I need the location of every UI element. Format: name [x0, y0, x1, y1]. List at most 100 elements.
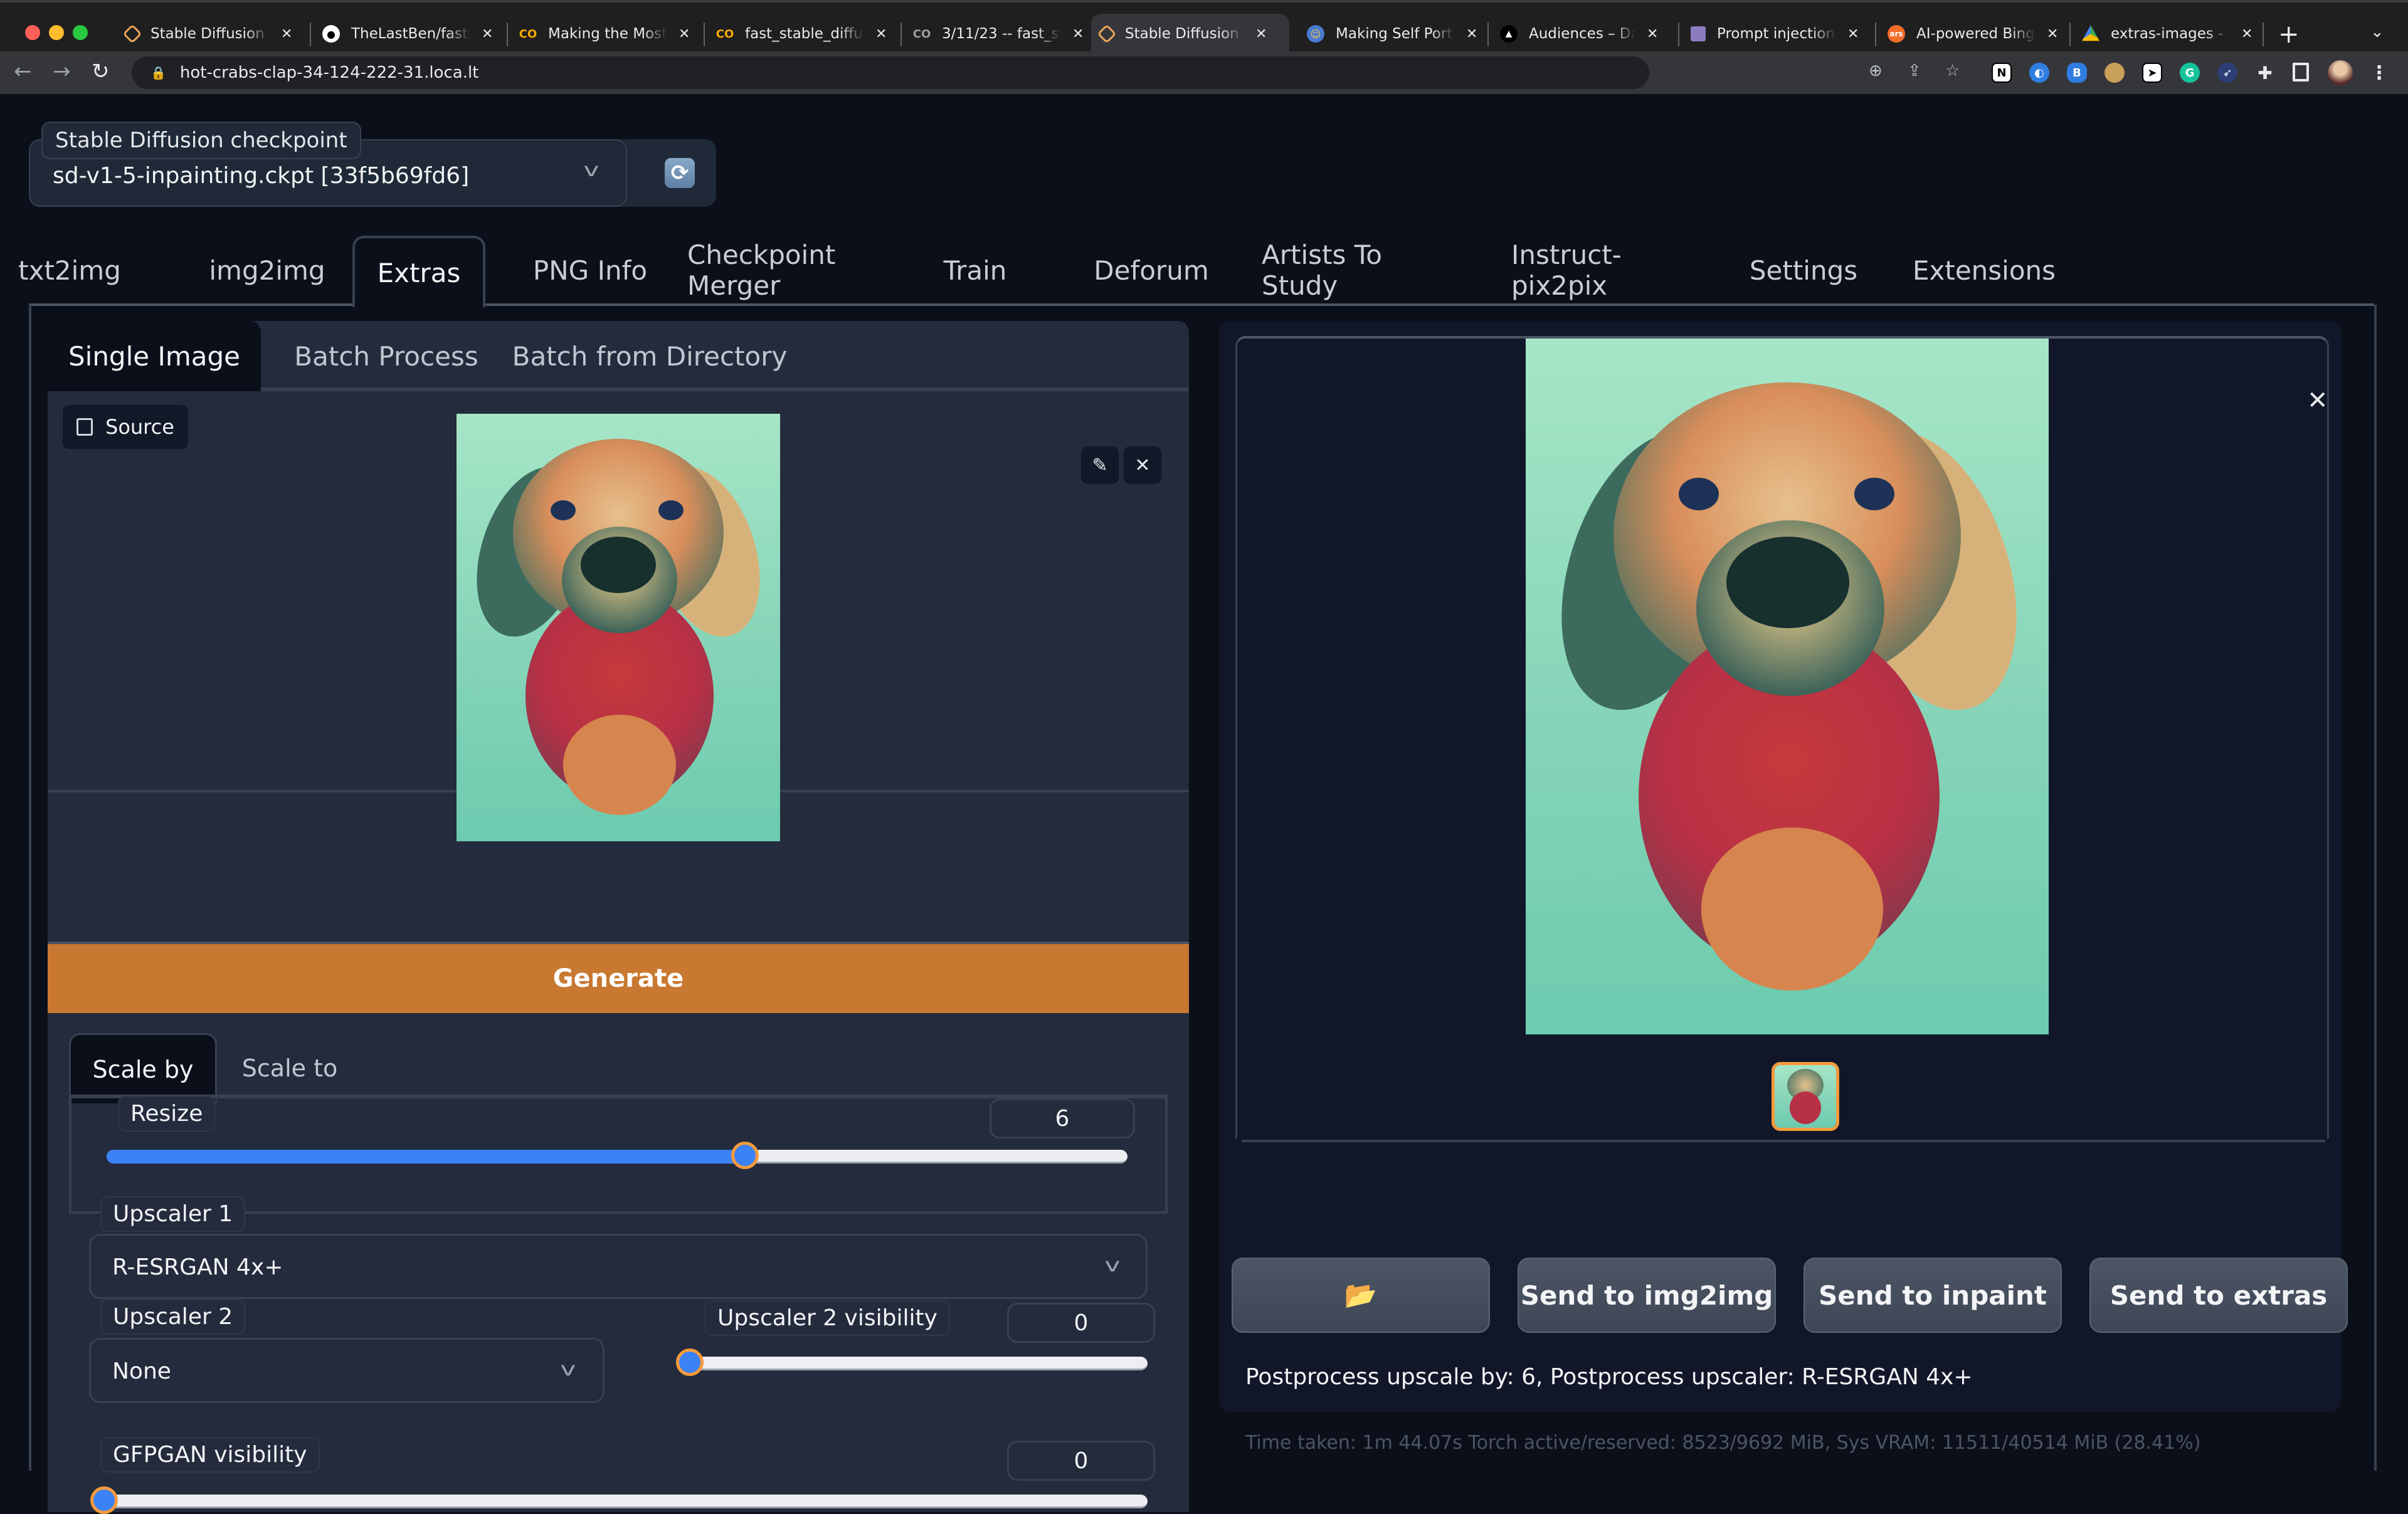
generation-info: Postprocess upscale by: 6, Postprocess u…: [1245, 1364, 1973, 1390]
gallery-thumbnail[interactable]: [1772, 1062, 1839, 1131]
chevron-down-icon: v: [583, 159, 599, 181]
browser-tab[interactable]: ● TheLastBen/fast-stable-diffusion ✕: [314, 14, 502, 54]
browser-tab[interactable]: CO 3/11/23 -- fast_stable ✕: [904, 14, 1092, 54]
close-tab-icon[interactable]: ✕: [2241, 26, 2252, 42]
close-tab-icon[interactable]: ✕: [679, 26, 690, 42]
zoom-icon[interactable]: ⊕: [1869, 61, 1883, 80]
send-to-extras-button[interactable]: Send to extras: [2089, 1258, 2348, 1333]
back-button[interactable]: ←: [14, 59, 32, 84]
close-tab-icon[interactable]: ✕: [1647, 26, 1658, 42]
edit-image-button[interactable]: ✎: [1081, 446, 1119, 484]
browser-tab-active[interactable]: Stable Diffusion ✕: [1091, 14, 1289, 54]
reload-button[interactable]: ↻: [92, 59, 110, 84]
browser-tab[interactable]: ☺ Making Self Portraits ✕: [1298, 14, 1486, 54]
address-bar[interactable]: 🔒 hot-crabs-clap-34-124-222-31.loca.lt: [132, 56, 1649, 89]
tab-separator: [310, 23, 311, 46]
resize-slider-thumb[interactable]: [731, 1142, 759, 1169]
extension-send-icon[interactable]: ➤: [2142, 63, 2162, 83]
browser-tab[interactable]: ▲ Audiences – Dashboard ✕: [1491, 14, 1667, 54]
send-to-img2img-button[interactable]: Send to img2img: [1518, 1258, 1776, 1333]
tab-separator: [900, 23, 902, 46]
tab-img2img[interactable]: img2img: [204, 236, 330, 305]
gfpgan-visibility-slider[interactable]: [90, 1486, 1148, 1514]
side-panel-icon[interactable]: [2293, 63, 2309, 81]
ars-icon: ars: [1888, 25, 1905, 43]
extensions-puzzle-icon[interactable]: ✚: [2255, 63, 2275, 83]
browser-tab[interactable]: extras-images - Google Drive ✕: [2073, 14, 2261, 54]
tab-scale-to[interactable]: Scale to: [233, 1033, 346, 1103]
browser-tab[interactable]: CO Making the Most of Colab ✕: [510, 14, 699, 54]
tab-artists-to-study[interactable]: Artists To Study: [1262, 236, 1462, 305]
close-tab-icon[interactable]: ✕: [1255, 26, 1267, 42]
checkpoint-value: sd-v1-5-inpainting.ckpt [33f5b69fd6]: [53, 163, 470, 189]
extension-icon[interactable]: [2104, 63, 2125, 83]
share-icon[interactable]: ⇪: [1908, 61, 1921, 80]
new-tab-button[interactable]: +: [2278, 20, 2300, 49]
browser-tab[interactable]: CO fast_stable_diffusion ✕: [707, 14, 895, 54]
tab-txt2img[interactable]: txt2img: [18, 236, 121, 305]
source-image-upload[interactable]: Source ✎ ✕: [48, 391, 1189, 841]
upscaler2-visibility-slider[interactable]: [676, 1348, 1148, 1376]
browser-tab[interactable]: Stable Diffusion ✕: [117, 14, 301, 54]
stack-icon: [1691, 26, 1706, 41]
forward-button[interactable]: →: [53, 59, 71, 84]
tab-settings[interactable]: Settings: [1750, 236, 1857, 305]
gfpgan-visibility-label: GFPGAN visibility: [100, 1437, 320, 1473]
upscaler2-dropdown[interactable]: None v: [89, 1338, 605, 1403]
bookmark-star-icon[interactable]: ☆: [1945, 61, 1960, 80]
send-to-inpaint-button[interactable]: Send to inpaint: [1803, 1258, 2062, 1333]
resize-slider[interactable]: [107, 1142, 1127, 1169]
upscaler2-visibility-thumb[interactable]: [676, 1348, 704, 1376]
minimize-window-button[interactable]: [49, 25, 64, 40]
tab-batch-process[interactable]: Batch Process: [280, 321, 493, 391]
profile-avatar[interactable]: [2328, 60, 2353, 85]
upscaler1-dropdown[interactable]: R-ESRGAN 4x+ v: [89, 1234, 1148, 1299]
colab-icon: CO: [519, 27, 537, 41]
open-folder-button[interactable]: 📂: [1232, 1258, 1490, 1333]
tab-scale-by[interactable]: Scale by: [69, 1033, 217, 1103]
tab-png-info[interactable]: PNG Info: [517, 236, 663, 305]
close-tab-icon[interactable]: ✕: [482, 26, 493, 42]
output-gallery: ✕: [1235, 336, 2329, 1138]
gfpgan-visibility-thumb[interactable]: [90, 1486, 118, 1514]
maximize-window-button[interactable]: [73, 25, 88, 40]
url-text[interactable]: hot-crabs-clap-34-124-222-31.loca.lt: [180, 63, 479, 82]
tab-extras[interactable]: Extras: [352, 236, 485, 307]
tab-extensions[interactable]: Extensions: [1913, 236, 2056, 305]
close-tab-icon[interactable]: ✕: [2047, 26, 2058, 42]
generate-button[interactable]: Generate: [48, 942, 1189, 1013]
upscaler2-visibility-input[interactable]: 0: [1007, 1303, 1155, 1343]
close-tab-icon[interactable]: ✕: [1466, 26, 1477, 42]
tab-deforum[interactable]: Deforum: [1094, 236, 1208, 305]
close-tab-icon[interactable]: ✕: [281, 26, 292, 42]
browser-menu-icon[interactable]: ⋮: [2369, 62, 2389, 84]
browser-tab[interactable]: ars AI-powered Bing Chat ✕: [1879, 14, 2067, 54]
tab-separator: [1487, 23, 1489, 46]
tab-search-button[interactable]: ⌄: [2370, 23, 2384, 41]
close-window-button[interactable]: [25, 25, 40, 40]
close-tab-icon[interactable]: ✕: [1847, 26, 1859, 42]
tab-checkpoint-merger[interactable]: Checkpoint Merger: [687, 236, 919, 305]
close-tab-icon[interactable]: ✕: [1072, 26, 1084, 42]
tab-instruct-pix2pix[interactable]: Instruct-pix2pix: [1511, 236, 1699, 305]
gfpgan-visibility-input[interactable]: 0: [1007, 1441, 1155, 1481]
stable-diffusion-icon: [1097, 24, 1117, 44]
resize-number-input[interactable]: 6: [990, 1098, 1135, 1138]
tab-train[interactable]: Train: [941, 236, 1010, 305]
tab-strip: Stable Diffusion ✕ ● TheLastBen/fast-sta…: [0, 0, 2408, 54]
notion-extension-icon[interactable]: N: [1992, 63, 2012, 83]
extension-b-icon[interactable]: B: [2067, 63, 2087, 83]
tab-batch-from-directory[interactable]: Batch from Directory: [512, 321, 788, 391]
grammarly-extension-icon[interactable]: G: [2180, 63, 2200, 83]
extension-arrow-icon[interactable]: ➶: [2217, 63, 2237, 83]
output-image[interactable]: [1526, 339, 2049, 1034]
close-tab-icon[interactable]: ✕: [875, 26, 887, 42]
close-gallery-button[interactable]: ✕: [2307, 386, 2328, 415]
clear-image-button[interactable]: ✕: [1124, 446, 1161, 484]
refresh-checkpoint-button[interactable]: ⟳: [665, 158, 695, 188]
google-drive-icon: [2082, 25, 2099, 41]
browser-tab[interactable]: Prompt injection attacks ✕: [1682, 14, 1867, 54]
tab-single-image[interactable]: Single Image: [48, 321, 261, 391]
chevron-down-icon: v: [1104, 1254, 1121, 1276]
extension-icon[interactable]: ◐: [2029, 63, 2049, 83]
